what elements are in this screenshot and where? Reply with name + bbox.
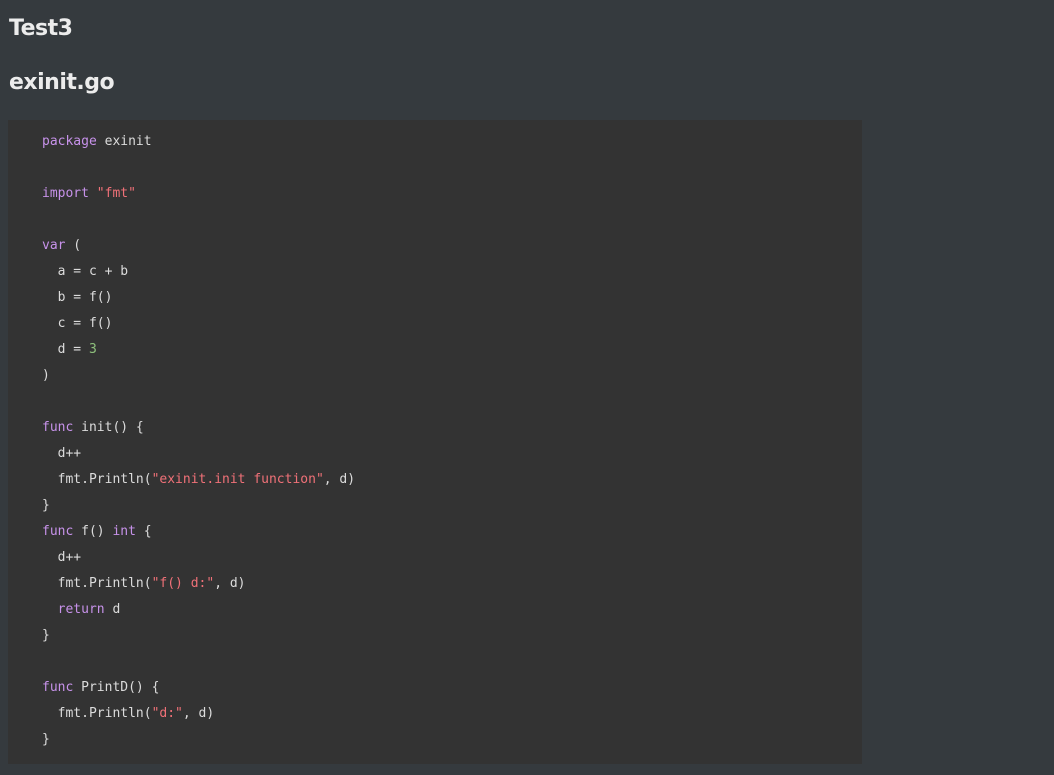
code-keyword: return (57, 602, 105, 617)
code-string: "fmt" (96, 186, 136, 201)
code-text: ) (42, 368, 50, 383)
code-text: c = f() (42, 316, 113, 331)
code-keyword: import (42, 186, 89, 201)
code-line: fmt.Println("d:", d) (42, 701, 355, 727)
code-text: fmt.Println( (42, 472, 152, 487)
code-text: } (42, 732, 50, 747)
code-text: ( (65, 238, 82, 253)
code-text: fmt.Println( (42, 706, 152, 721)
code-line: d++ (42, 441, 355, 467)
code-line: fmt.Println("exinit.init function", d) (42, 467, 355, 493)
page-title: Test3 (9, 16, 73, 41)
code-listing[interactable]: package exinit import "fmt" var ( a = c … (42, 129, 355, 753)
code-number: 3 (88, 342, 97, 357)
code-text: exinit (96, 134, 152, 149)
code-text: , d) (214, 576, 246, 591)
code-line: import "fmt" (42, 181, 355, 207)
code-text: a = c + b (42, 264, 129, 279)
code-string: "f() d:" (151, 576, 215, 591)
code-text: } (42, 628, 50, 643)
code-line: return d (42, 597, 355, 623)
code-text: d++ (42, 446, 82, 461)
code-line: c = f() (42, 311, 355, 337)
code-keyword: package (42, 134, 97, 149)
code-string: "exinit.init function" (151, 472, 324, 487)
code-line: ) (42, 363, 355, 389)
code-line: fmt.Println("f() d:", d) (42, 571, 355, 597)
code-text: , d) (182, 706, 215, 721)
code-string: "d:" (151, 706, 183, 721)
code-text: d++ (42, 550, 82, 565)
code-block[interactable]: package exinit import "fmt" var ( a = c … (8, 120, 862, 764)
code-line: d++ (42, 545, 355, 571)
code-text: f() (73, 524, 113, 539)
code-keyword: int (112, 524, 136, 539)
code-text: d = (42, 342, 89, 357)
code-line: func init() { (42, 415, 355, 441)
code-line: func PrintD() { (42, 675, 355, 701)
code-text: { (135, 524, 152, 539)
code-line: b = f() (42, 285, 355, 311)
code-line: } (42, 493, 355, 519)
code-text: PrintD() { (73, 680, 160, 695)
code-keyword: func (42, 420, 74, 435)
code-text: , d) (323, 472, 356, 487)
code-text: b = f() (42, 290, 113, 305)
code-text: init() { (73, 420, 144, 435)
code-keyword: var (42, 238, 66, 253)
code-keyword: func (42, 524, 74, 539)
code-line: a = c + b (42, 259, 355, 285)
code-line: func f() int { (42, 519, 355, 545)
code-line: var ( (42, 233, 355, 259)
code-keyword: func (42, 680, 74, 695)
code-text: fmt.Println( (42, 576, 152, 591)
code-line: } (42, 727, 355, 753)
code-line: package exinit (42, 129, 355, 155)
code-line: } (42, 623, 355, 649)
file-name-heading: exinit.go (9, 70, 115, 95)
code-line: d = 3 (42, 337, 355, 363)
code-text: } (42, 498, 50, 513)
code-text: d (104, 602, 121, 617)
